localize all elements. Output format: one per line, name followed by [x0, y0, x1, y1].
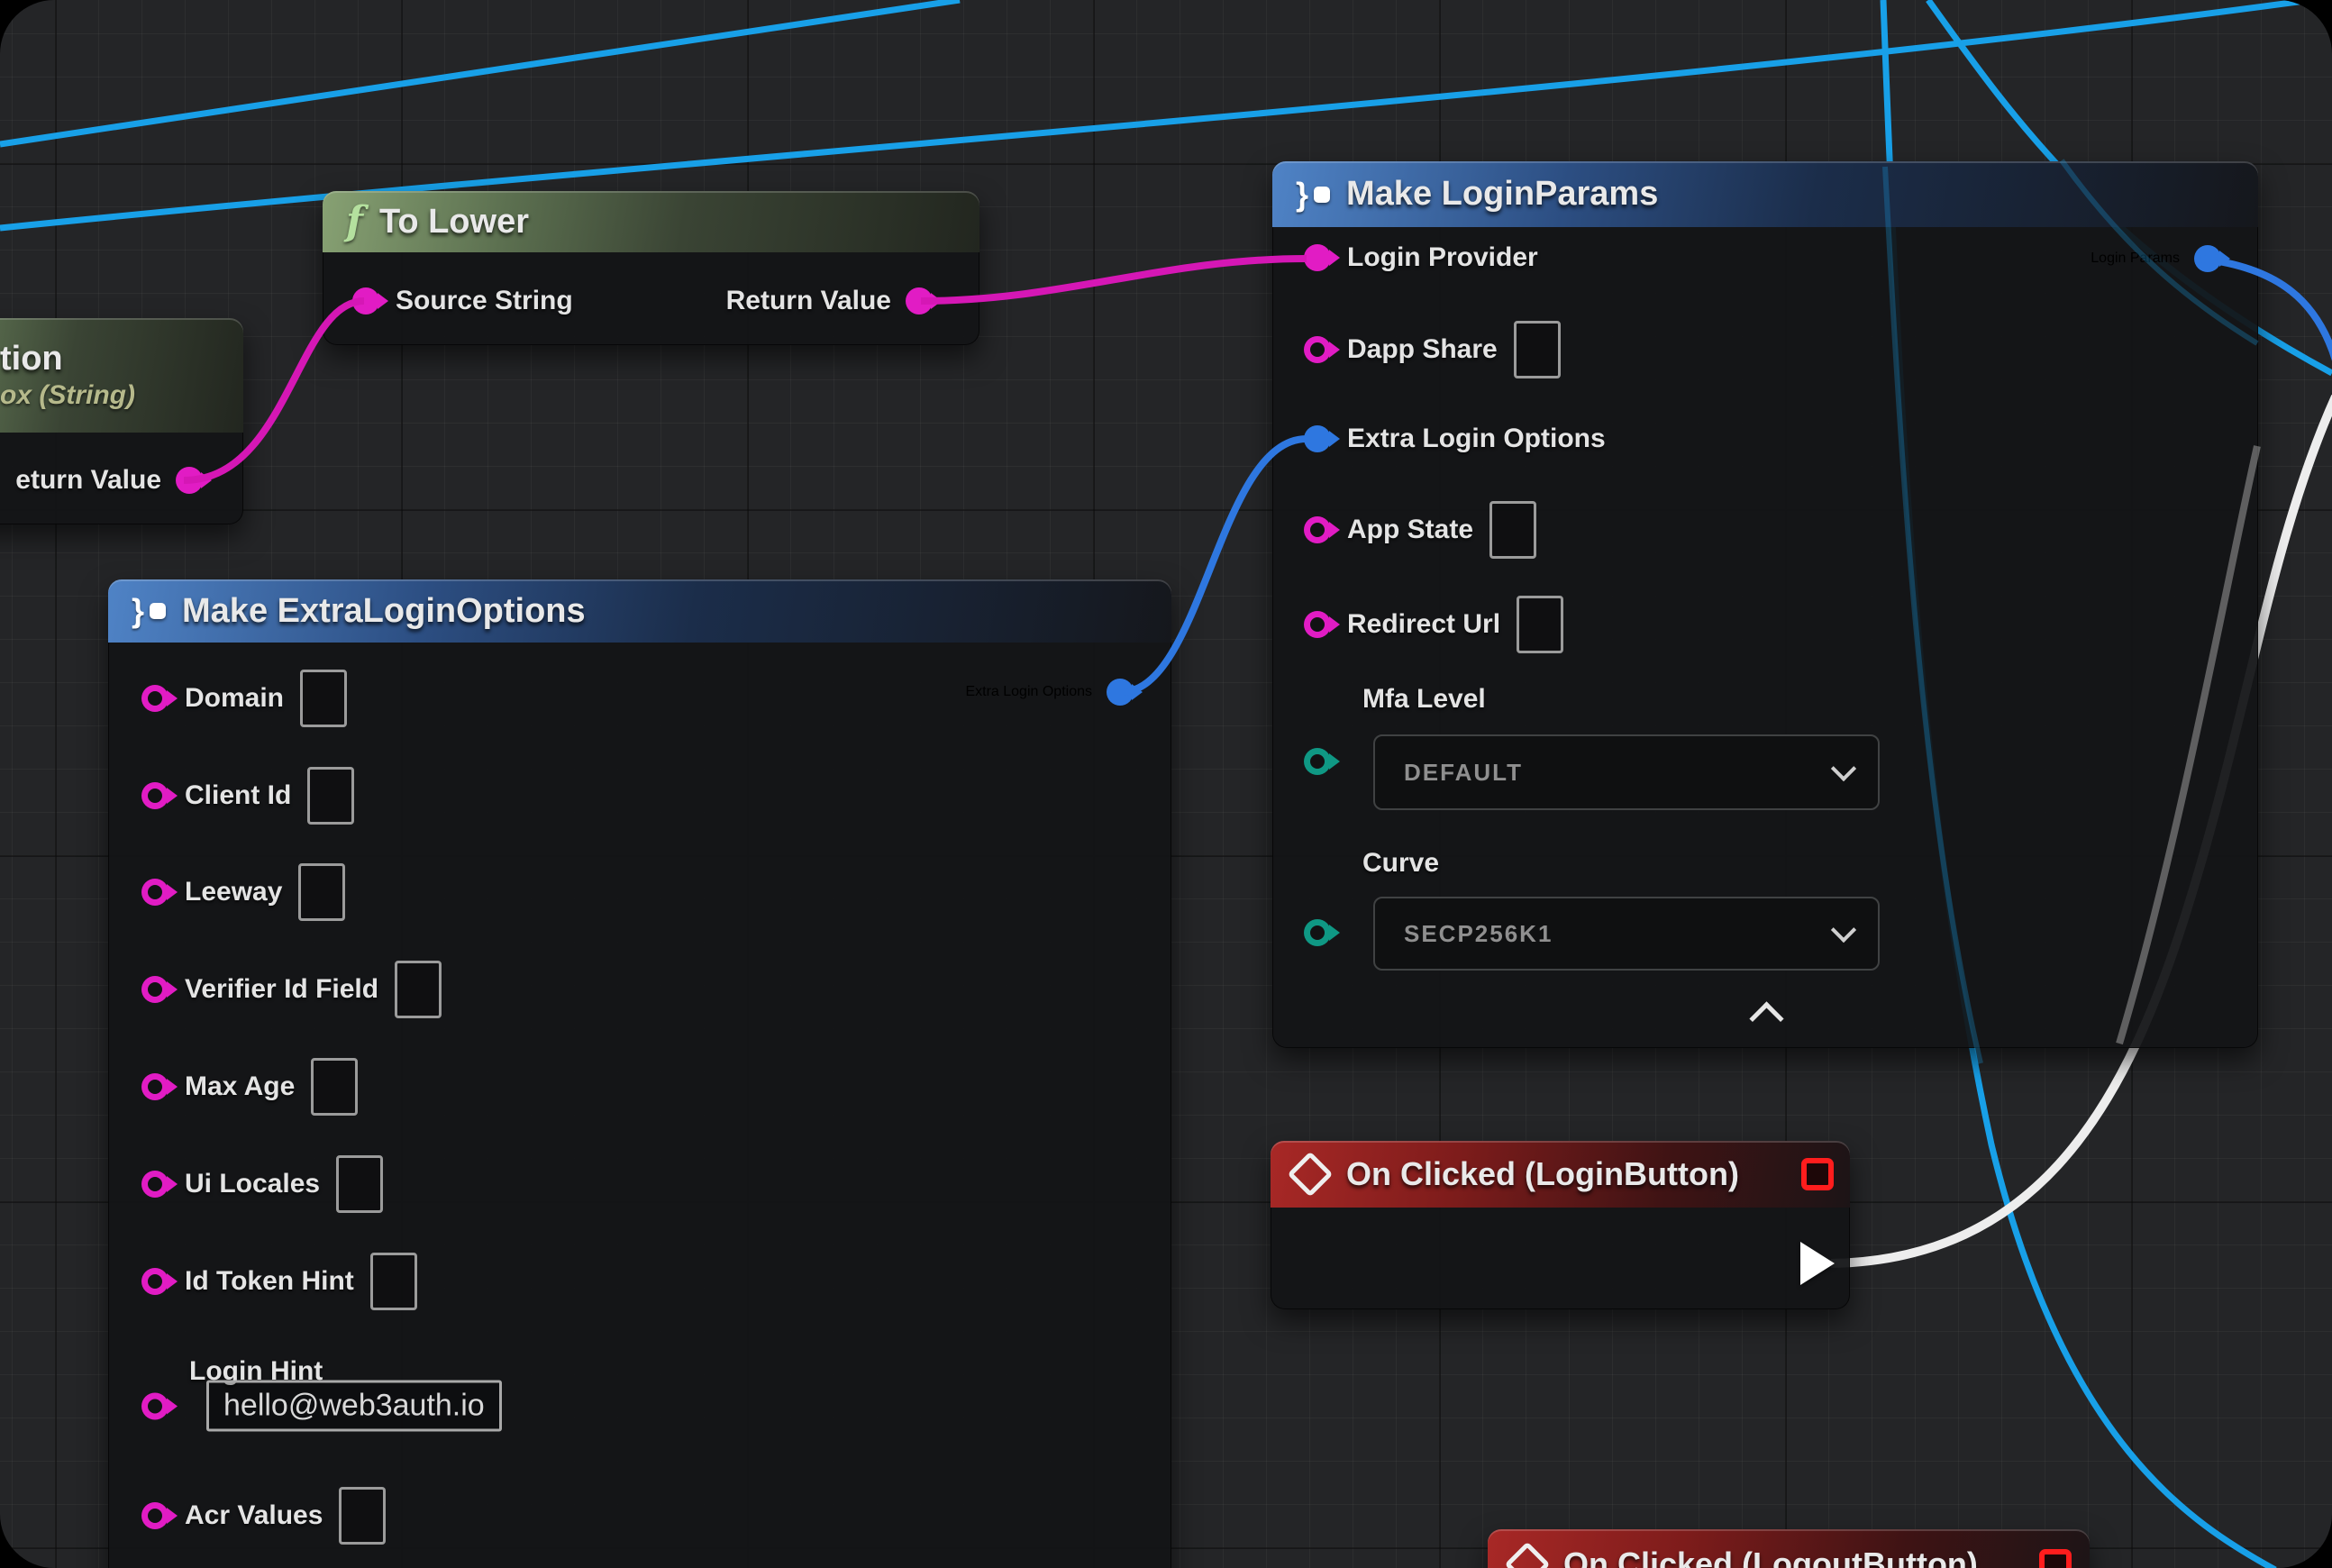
app-state-value-field[interactable]: [1489, 501, 1536, 559]
max-age-pin[interactable]: [141, 1073, 169, 1100]
node-string-partial-header[interactable]: tion ox (String): [0, 318, 243, 433]
node-on-clicked-login-title: On Clicked (LoginButton): [1346, 1155, 1739, 1193]
chevron-down-icon: [1831, 756, 1856, 781]
dapp-share-pin[interactable]: [1304, 336, 1331, 363]
node-make-extra-title: Make ExtraLoginOptions: [182, 592, 586, 631]
node-make-extra-header[interactable]: } Make ExtraLoginOptions: [108, 579, 1171, 643]
to-lower-return-pin[interactable]: [906, 287, 933, 315]
return-value-label: eturn Value: [15, 465, 161, 496]
dapp-share-label: Dapp Share: [1347, 334, 1498, 365]
node-on-clicked-login-header[interactable]: On Clicked (LoginButton): [1271, 1141, 1850, 1208]
node-to-lower-title: To Lower: [379, 203, 529, 242]
to-lower-return-label: Return Value: [726, 286, 891, 316]
blueprint-editor-screenshot: tion ox (String) eturn Value f To Lower …: [0, 0, 2332, 1568]
node-string-partial-title: tion: [0, 340, 63, 378]
collapse-node-chevron[interactable]: [1749, 1001, 1783, 1035]
dapp-share-value-field[interactable]: [1514, 321, 1561, 378]
delegate-square-icon[interactable]: [1801, 1158, 1834, 1190]
curve-pin[interactable]: [1304, 919, 1331, 946]
client-id-label: Client Id: [185, 780, 291, 811]
node-to-lower-header[interactable]: f To Lower: [323, 191, 979, 252]
domain-value-field[interactable]: [300, 670, 347, 727]
verifier-id-value-field[interactable]: [395, 961, 442, 1018]
redirect-url-pin[interactable]: [1304, 611, 1331, 638]
login-provider-pin[interactable]: [1304, 244, 1331, 271]
make-struct-icon: }: [132, 595, 166, 627]
ui-locales-pin[interactable]: [141, 1171, 169, 1198]
source-string-pin[interactable]: [352, 287, 379, 315]
curve-label: Curve: [1362, 848, 1439, 879]
acr-values-value-field[interactable]: [339, 1487, 386, 1545]
function-icon: f: [346, 202, 363, 242]
app-state-pin[interactable]: [1304, 516, 1331, 543]
extra-login-options-out-pin[interactable]: [1107, 679, 1134, 706]
id-token-hint-label: Id Token Hint: [185, 1266, 354, 1297]
node-on-clicked-login-button[interactable]: On Clicked (LoginButton): [1271, 1141, 1850, 1309]
client-id-value-field[interactable]: [307, 767, 354, 825]
login-params-out-label: Login Params: [2091, 251, 2180, 267]
wire-cyan-topleft-1[interactable]: [0, 0, 960, 144]
app-state-label: App State: [1347, 515, 1473, 545]
login-hint-input[interactable]: hello@web3auth.io: [206, 1381, 502, 1432]
event-diamond-icon: [1288, 1152, 1334, 1198]
source-string-label: Source String: [396, 286, 573, 316]
login-params-out-pin[interactable]: [2194, 245, 2221, 272]
delegate-square-icon[interactable]: [2039, 1549, 2072, 1568]
domain-label: Domain: [185, 683, 284, 714]
chevron-down-icon: [1831, 917, 1856, 943]
max-age-label: Max Age: [185, 1071, 295, 1102]
node-on-clicked-logout-button[interactable]: On Clicked (LogoutButton): [1488, 1529, 2090, 1568]
ui-locales-value-field[interactable]: [336, 1155, 383, 1213]
node-make-login-params-title: Make LoginParams: [1346, 175, 1658, 214]
redirect-url-value-field[interactable]: [1517, 596, 1563, 653]
max-age-value-field[interactable]: [311, 1058, 358, 1116]
mfa-level-pin[interactable]: [1304, 748, 1331, 775]
id-token-hint-value-field[interactable]: [370, 1253, 417, 1310]
string-return-value-pin[interactable]: [176, 467, 203, 494]
exec-output-pin[interactable]: [1800, 1242, 1835, 1285]
id-token-hint-pin[interactable]: [141, 1268, 169, 1295]
node-make-login-params[interactable]: } Make LoginParams Login Params Login Pr…: [1272, 161, 2258, 1048]
curve-value: SECP256K1: [1404, 920, 1553, 948]
domain-pin[interactable]: [141, 685, 169, 712]
login-provider-label: Login Provider: [1347, 242, 1538, 273]
node-on-clicked-logout-title: On Clicked (LogoutButton): [1563, 1545, 1978, 1568]
client-id-pin[interactable]: [141, 782, 169, 809]
node-on-clicked-logout-header[interactable]: On Clicked (LogoutButton): [1488, 1529, 2090, 1568]
acr-values-label: Acr Values: [185, 1500, 323, 1531]
curve-dropdown[interactable]: SECP256K1: [1373, 897, 1880, 971]
leeway-value-field[interactable]: [298, 863, 345, 921]
mfa-level-label: Mfa Level: [1362, 684, 1486, 715]
login-hint-pin[interactable]: [141, 1392, 169, 1419]
node-make-extra-login-options[interactable]: } Make ExtraLoginOptions Extra Login Opt…: [108, 579, 1171, 1568]
acr-values-pin[interactable]: [141, 1502, 169, 1529]
verifier-id-field-label: Verifier Id Field: [185, 974, 378, 1005]
extra-login-options-in-pin[interactable]: [1304, 425, 1331, 452]
node-string-partial-subtitle: ox (String): [0, 380, 135, 411]
node-make-login-params-header[interactable]: } Make LoginParams: [1272, 161, 2258, 227]
event-diamond-icon: [1505, 1542, 1551, 1568]
leeway-label: Leeway: [185, 877, 282, 907]
blueprint-graph-canvas[interactable]: tion ox (String) eturn Value f To Lower …: [0, 0, 2332, 1568]
leeway-pin[interactable]: [141, 879, 169, 906]
make-struct-icon: }: [1296, 178, 1330, 211]
extra-login-options-out-label: Extra Login Options: [965, 684, 1092, 700]
redirect-url-label: Redirect Url: [1347, 609, 1500, 640]
verifier-id-field-pin[interactable]: [141, 976, 169, 1003]
node-to-lower[interactable]: f To Lower Source String Return Value: [323, 191, 979, 345]
mfa-level-dropdown[interactable]: DEFAULT: [1373, 734, 1880, 810]
extra-login-options-in-label: Extra Login Options: [1347, 424, 1606, 454]
ui-locales-label: Ui Locales: [185, 1169, 320, 1199]
mfa-level-value: DEFAULT: [1404, 759, 1523, 787]
node-string-partial[interactable]: tion ox (String) eturn Value: [0, 318, 243, 524]
